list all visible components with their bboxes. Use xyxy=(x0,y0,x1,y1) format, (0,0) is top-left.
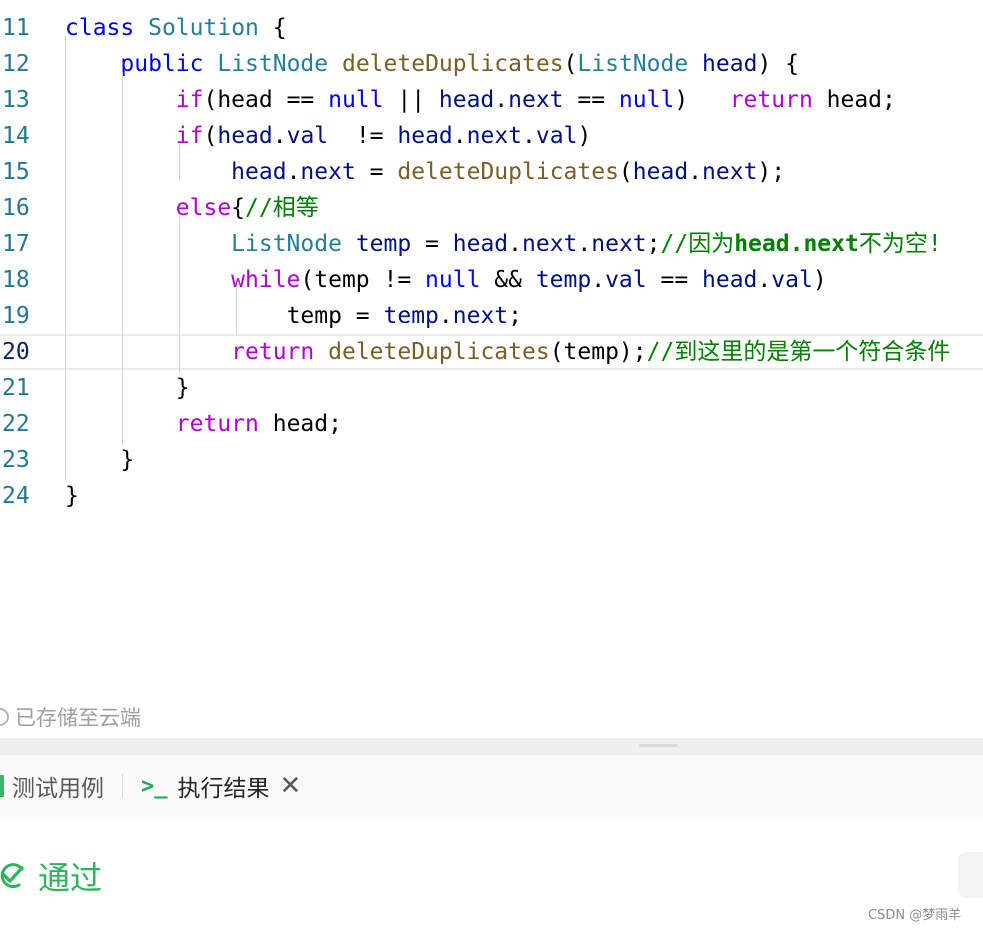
watermark: CSDN @梦雨羊 xyxy=(868,908,962,923)
code-text: return head; xyxy=(175,411,342,437)
indent-guide xyxy=(122,72,123,444)
code-text: temp = temp.next; xyxy=(286,303,522,329)
line-number: 20 xyxy=(2,339,30,365)
panel-resize-bar[interactable] xyxy=(0,738,983,754)
line-number: 18 xyxy=(2,267,30,293)
code-text: } xyxy=(120,447,135,473)
code-line[interactable]: 11 class Solution { xyxy=(0,10,983,46)
code-text: else{//相等 xyxy=(175,195,319,221)
code-text: public ListNode deleteDuplicates(ListNod… xyxy=(120,51,799,77)
check-circle-icon xyxy=(0,863,24,889)
line-number: 11 xyxy=(2,15,30,41)
close-icon[interactable]: ✕ xyxy=(280,773,302,799)
code-line[interactable]: 13 if(head == null || head.next == null)… xyxy=(0,82,983,118)
code-line[interactable]: 18 while(temp != null && temp.val == hea… xyxy=(0,262,983,298)
line-number: 14 xyxy=(2,123,30,149)
line-number: 22 xyxy=(2,411,30,437)
cloud-sync-icon xyxy=(0,708,9,726)
code-text: } xyxy=(65,483,79,509)
code-line[interactable]: 19 temp = temp.next; xyxy=(0,298,983,334)
line-number: 24 xyxy=(2,483,30,509)
code-text: } xyxy=(175,375,190,401)
indent-guide xyxy=(65,36,66,480)
line-number: 19 xyxy=(2,303,30,329)
tab-test-cases-label: 测试用例 xyxy=(12,776,104,802)
result-status: 通过 xyxy=(0,846,102,906)
line-number: 12 xyxy=(2,51,30,77)
code-line[interactable]: 12 public ListNode deleteDuplicates(List… xyxy=(0,46,983,82)
line-number: 15 xyxy=(2,159,30,185)
code-line[interactable]: 22 return head; xyxy=(0,406,983,442)
indent-guide xyxy=(179,216,180,372)
code-text: head.next = deleteDuplicates(head.next); xyxy=(231,159,786,185)
test-case-icon xyxy=(0,775,4,797)
code-line[interactable]: 23 } xyxy=(0,442,983,478)
indent-guide xyxy=(179,144,180,180)
save-status: 已存储至云端 xyxy=(0,700,983,734)
code-text: ListNode temp = head.next.next;//因为head.… xyxy=(231,231,942,257)
line-number: 21 xyxy=(2,375,30,401)
code-text: if(head.val != head.next.val) xyxy=(175,123,592,149)
code-line[interactable]: 16 else{//相等 xyxy=(0,190,983,226)
code-text: return deleteDuplicates(temp);//到这里的是第一个… xyxy=(231,339,951,365)
code-line[interactable]: 15 head.next = deleteDuplicates(head.nex… xyxy=(0,154,983,190)
terminal-icon: >_ xyxy=(141,773,168,799)
resize-handle-icon[interactable] xyxy=(639,744,678,747)
code-text: if(head == null || head.next == null) re… xyxy=(175,87,896,113)
line-number: 16 xyxy=(2,195,30,221)
code-line[interactable]: 21 } xyxy=(0,370,983,406)
code-editor[interactable]: 24} 23 } 22 return head; 21 } 20 return dele… xyxy=(0,0,983,700)
tab-result-label: 执行结果 xyxy=(177,776,270,802)
bottom-panel-tabs: 测试用例 >_ 执行结果 ✕ xyxy=(0,754,983,817)
code-text: class Solution { xyxy=(65,15,287,41)
indent-guide xyxy=(236,288,237,336)
code-line[interactable]: 24} xyxy=(0,478,983,514)
save-status-text: 已存储至云端 xyxy=(15,706,141,730)
code-line[interactable]: 14 if(head.val != head.next.val) xyxy=(0,118,983,154)
result-text: 通过 xyxy=(38,859,103,897)
line-number: 17 xyxy=(2,231,30,257)
code-line[interactable]: 20 return deleteDuplicates(temp);//到这里的是… xyxy=(0,334,983,370)
line-number: 13 xyxy=(2,87,30,113)
line-number: 23 xyxy=(2,447,30,473)
tab-test-cases[interactable]: 测试用例 xyxy=(0,755,104,817)
side-action-button[interactable] xyxy=(958,852,983,898)
tab-result[interactable]: >_ 执行结果 ✕ xyxy=(141,755,301,817)
tab-divider xyxy=(122,774,123,798)
code-line[interactable]: 17 ListNode temp = head.next.next;//因为he… xyxy=(0,226,983,262)
